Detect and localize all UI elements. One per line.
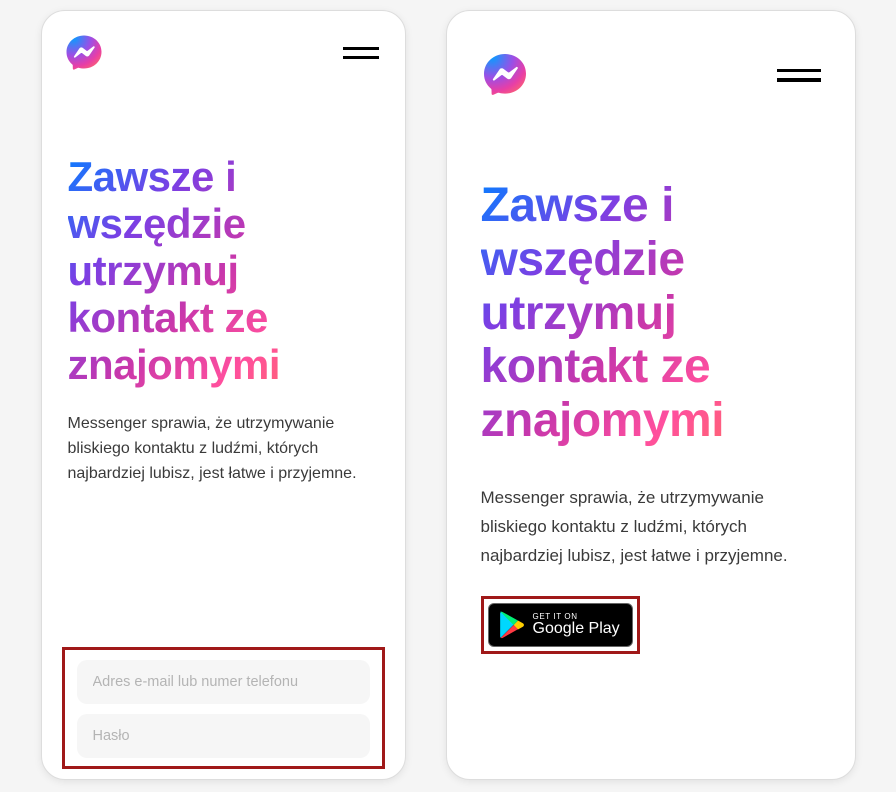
email-field[interactable] (77, 660, 370, 704)
google-play-icon (499, 611, 525, 639)
subtext: Messenger sprawia, że utrzymywanie blisk… (481, 484, 821, 571)
main-content: Zawsze i wszędzie utrzymuj kontakt ze zn… (42, 83, 405, 779)
headline: Zawsze i wszędzie utrzymuj kontakt ze zn… (68, 153, 379, 388)
main-content: Zawsze i wszędzie utrzymuj kontakt ze zn… (447, 109, 855, 779)
messenger-logo[interactable] (481, 51, 529, 99)
subtext: Messenger sprawia, że utrzymywanie blisk… (68, 412, 379, 486)
headline: Zawsze i wszędzie utrzymuj kontakt ze zn… (481, 179, 821, 448)
screenshot-left: Zawsze i wszędzie utrzymuj kontakt ze zn… (41, 10, 406, 780)
login-form-highlight (62, 647, 385, 769)
messenger-logo[interactable] (64, 33, 104, 73)
menu-icon[interactable] (777, 69, 821, 82)
header (42, 11, 405, 83)
header (447, 11, 855, 109)
password-field[interactable] (77, 714, 370, 758)
google-play-text: GET IT ON Google Play (533, 613, 620, 638)
screenshot-right: Zawsze i wszędzie utrzymuj kontakt ze zn… (446, 10, 856, 780)
google-play-highlight: GET IT ON Google Play (481, 596, 640, 654)
gplay-bottom-label: Google Play (533, 621, 620, 638)
menu-icon[interactable] (343, 47, 379, 59)
google-play-button[interactable]: GET IT ON Google Play (488, 603, 633, 647)
